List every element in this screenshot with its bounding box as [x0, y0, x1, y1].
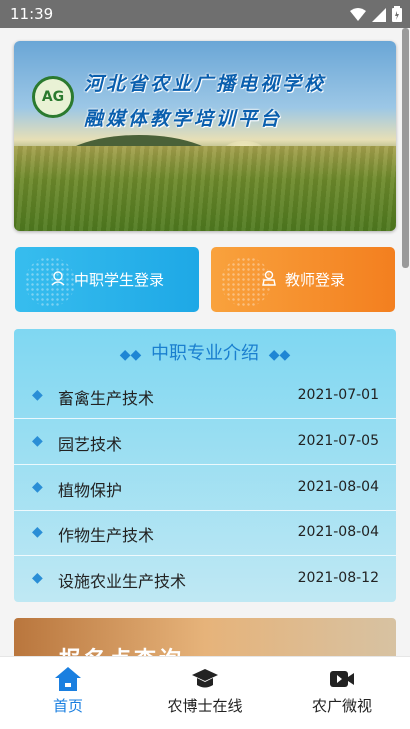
registration-query-banner[interactable]: 报名点查询 [14, 618, 396, 656]
major-name: 植物保护 [58, 481, 123, 500]
student-login-button[interactable]: 中职学生登录 [15, 247, 199, 312]
banner-title: 河北省农业广播电视学校 [84, 73, 327, 95]
student-icon [50, 270, 66, 290]
major-list-item[interactable]: ◆ 园艺技术 2021-07-05 [14, 420, 396, 465]
tab-micro-video[interactable]: 农广微视 [282, 665, 402, 716]
tab-home[interactable]: 首页 [8, 665, 128, 716]
major-list-item[interactable]: ◆ 植物保护 2021-08-04 [14, 466, 396, 511]
major-date: 2021-07-01 [297, 387, 379, 403]
signal-icon [372, 7, 386, 26]
diamond-icon: ◆◆ [268, 347, 291, 363]
wifi-icon [350, 7, 366, 26]
banner-field [14, 146, 396, 231]
battery-icon [392, 6, 402, 26]
bottom-tab-bar: 首页 农博士在线 农广微视 [0, 656, 410, 729]
majors-header: ◆◆ 中职专业介绍 ◆◆ [14, 339, 396, 365]
status-icons [350, 6, 402, 26]
diamond-icon: ◆ [32, 524, 43, 540]
tab-online-expert[interactable]: 农博士在线 [145, 665, 265, 716]
banner-subtitle: 融媒体教学培训平台 [84, 108, 283, 130]
promo-text: 报名点查询 [59, 642, 184, 656]
teacher-icon [261, 270, 277, 290]
student-login-label: 中职学生登录 [73, 271, 164, 289]
major-date: 2021-08-12 [297, 570, 379, 586]
teacher-login-button[interactable]: 教师登录 [211, 247, 395, 312]
video-icon [282, 665, 402, 693]
tab-label: 农广微视 [311, 697, 372, 715]
major-name: 作物生产技术 [58, 526, 155, 545]
graduation-cap-icon [145, 665, 265, 693]
home-content[interactable]: AG 河北省农业广播电视学校 融媒体教学培训平台 中职学生登录 教师登录 ◆◆ … [0, 28, 410, 656]
scrollbar[interactable] [402, 28, 409, 268]
major-name: 园艺技术 [58, 435, 123, 454]
diamond-icon: ◆ [32, 570, 43, 586]
majors-section: ◆◆ 中职专业介绍 ◆◆ ◆ 畜禽生产技术 2021-07-01 ◆ 园艺技术 … [14, 329, 396, 602]
major-date: 2021-07-05 [297, 433, 379, 449]
diamond-icon: ◆◆ [119, 347, 142, 363]
major-name: 畜禽生产技术 [58, 389, 155, 408]
banner[interactable]: AG 河北省农业广播电视学校 融媒体教学培训平台 [14, 41, 396, 231]
diamond-icon: ◆ [32, 387, 43, 403]
tab-label: 首页 [52, 697, 83, 715]
home-icon [8, 665, 128, 693]
status-bar: 11:39 [0, 0, 410, 28]
diamond-icon: ◆ [32, 479, 43, 495]
tab-label: 农博士在线 [167, 697, 243, 715]
major-list-item[interactable]: ◆ 作物生产技术 2021-08-04 [14, 511, 396, 556]
teacher-login-label: 教师登录 [284, 271, 345, 289]
major-list-item[interactable]: ◆ 畜禽生产技术 2021-07-01 [14, 374, 396, 419]
majors-title: 中职专业介绍 [151, 343, 259, 364]
major-name: 设施农业生产技术 [58, 572, 187, 591]
major-list-item[interactable]: ◆ 设施农业生产技术 2021-08-12 [14, 557, 396, 602]
major-date: 2021-08-04 [297, 524, 379, 540]
major-date: 2021-08-04 [297, 479, 379, 495]
diamond-icon: ◆ [32, 433, 43, 449]
school-logo: AG [32, 76, 74, 118]
status-time: 11:39 [10, 5, 54, 23]
